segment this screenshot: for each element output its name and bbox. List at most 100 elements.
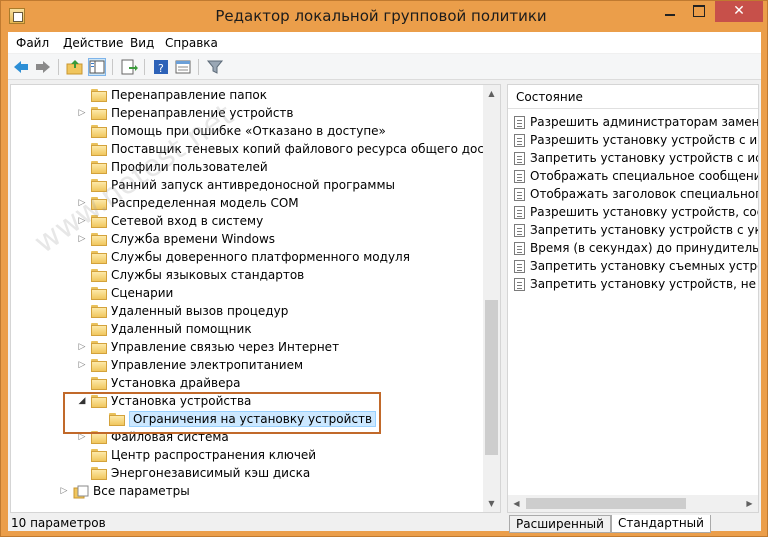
folder-icon	[91, 179, 107, 192]
menu-bar: Файл Действие Вид Справка	[8, 32, 761, 53]
setting-label: Отображать заголовок специального со	[530, 187, 758, 201]
all-settings-icon	[73, 485, 89, 499]
folder-icon	[91, 269, 107, 282]
tab-extended-label: Расширенный	[516, 517, 604, 531]
back-icon[interactable]	[12, 58, 30, 76]
expand-arrow-icon[interactable]: ▷	[59, 485, 69, 497]
close-button[interactable]: ✕	[715, 1, 763, 22]
policy-setting-icon	[514, 224, 525, 237]
tree-item-label: Служба времени Windows	[111, 232, 276, 246]
folder-icon	[91, 467, 107, 480]
setting-label: Запретить установку устройств с исполь	[530, 151, 758, 165]
tree-item[interactable]: ▷ Перенаправление устройств	[11, 105, 487, 123]
minimize-button[interactable]	[656, 1, 684, 22]
policy-setting-icon	[514, 134, 525, 147]
setting-label: Запретить установку устройств с указанн	[530, 223, 758, 237]
setting-label: Время (в секундах) до принудительной пе	[530, 241, 759, 255]
app-window: Редактор локальной групповой политики ✕ …	[0, 0, 768, 537]
setting-row[interactable]: Запретить установку устройств с исполь	[514, 150, 758, 168]
setting-row[interactable]: Отображать заголовок специального со	[514, 186, 758, 204]
properties-icon[interactable]	[174, 58, 192, 76]
setting-row[interactable]: Запретить установку устройств, не описа	[514, 276, 758, 294]
setting-row[interactable]: Время (в секундах) до принудительной пе	[514, 240, 759, 258]
setting-row[interactable]: Разрешить установку устройств, соответ	[514, 204, 758, 222]
tree-item[interactable]: Службы доверенного платформенного модуля	[11, 249, 487, 267]
state-column-header[interactable]: Состояние	[508, 85, 758, 109]
scroll-left-icon[interactable]: ◀	[508, 495, 525, 512]
tree-item[interactable]: Ранний запуск антивредоносной программы	[11, 177, 487, 195]
folder-icon	[91, 107, 107, 120]
title-bar[interactable]: Редактор локальной групповой политики ✕	[1, 1, 767, 31]
show-hide-tree-icon[interactable]	[88, 58, 106, 76]
menu-help[interactable]: Справка	[165, 36, 218, 50]
folder-icon	[91, 125, 107, 138]
setting-row[interactable]: Запретить установку устройств с указанн	[514, 222, 758, 240]
toolbar: ?	[8, 54, 761, 80]
scroll-up-icon[interactable]: ▲	[483, 85, 500, 102]
tree-item[interactable]: Перенаправление папок	[11, 87, 487, 105]
expand-arrow-icon[interactable]: ▷	[77, 359, 87, 371]
setting-row[interactable]: Запретить установку съемных устройств	[514, 258, 758, 276]
setting-row[interactable]: Разрешить администраторам заменять п	[514, 114, 758, 132]
policy-setting-icon	[514, 152, 525, 165]
settings-scroll-thumb[interactable]	[526, 498, 686, 509]
tree-item-label: Службы языковых стандартов	[111, 268, 305, 282]
maximize-button[interactable]	[685, 1, 713, 22]
policy-tree[interactable]: Перенаправление папок ▷ Перенаправление ус…	[10, 84, 501, 513]
tree-item[interactable]: Сценарии	[11, 285, 487, 303]
menu-file[interactable]: Файл	[16, 36, 49, 50]
client-area: Файл Действие Вид Справка ? Перенаправле…	[8, 32, 761, 533]
tree-item[interactable]: Поставщик теневых копий файлового ресурс…	[11, 141, 500, 159]
setting-label: Разрешить установку устройств с исполь	[530, 133, 758, 147]
scroll-right-icon[interactable]: ▶	[741, 495, 758, 512]
menu-action[interactable]: Действие	[63, 36, 123, 50]
tree-item[interactable]: Удаленный помощник	[11, 321, 487, 339]
tree-item[interactable]: ▷ Управление связью через Интернет	[11, 339, 487, 357]
tree-item[interactable]: Помощь при ошибке «Отказано в доступе»	[11, 123, 487, 141]
tree-item[interactable]: ▷ Управление электропитанием	[11, 357, 487, 375]
svg-text:?: ?	[158, 62, 164, 75]
tree-item[interactable]: Службы языковых стандартов	[11, 267, 487, 285]
toolbar-separator	[58, 59, 59, 75]
scroll-down-icon[interactable]: ▼	[483, 495, 500, 512]
toolbar-separator	[198, 59, 199, 75]
tree-item[interactable]: ▷ Все параметры	[11, 483, 487, 501]
setting-row[interactable]: Разрешить установку устройств с исполь	[514, 132, 758, 150]
expand-arrow-icon[interactable]: ▷	[77, 233, 87, 245]
expand-arrow-icon[interactable]: ▷	[77, 341, 87, 353]
tree-item[interactable]: ▷ Сетевой вход в систему	[11, 213, 487, 231]
tab-standard[interactable]: Стандартный	[611, 515, 711, 533]
toolbar-separator	[144, 59, 145, 75]
expand-arrow-icon[interactable]: ▷	[77, 107, 87, 119]
policy-setting-icon	[514, 170, 525, 183]
tree-item[interactable]: ▷ Служба времени Windows	[11, 231, 487, 249]
filter-icon[interactable]	[206, 58, 224, 76]
policy-editor-icon	[9, 8, 25, 24]
window-title: Редактор локальной групповой политики	[215, 7, 547, 25]
tab-extended[interactable]: Расширенный	[509, 515, 611, 533]
tree-scroll-thumb[interactable]	[485, 300, 498, 455]
expand-arrow-icon[interactable]: ▷	[77, 197, 87, 209]
tree-item-label: Все параметры	[93, 484, 190, 498]
tree-item[interactable]: Профили пользователей	[11, 159, 487, 177]
expand-arrow-icon[interactable]: ▷	[77, 215, 87, 227]
settings-hscrollbar[interactable]: ◀ ▶	[508, 495, 758, 512]
forward-icon[interactable]	[34, 58, 52, 76]
setting-row[interactable]: Отображать специальное сообщение, ко	[514, 168, 758, 186]
setting-label: Разрешить установку устройств, соответ	[530, 205, 758, 219]
tree-item[interactable]: ▷ Распределенная модель COM	[11, 195, 487, 213]
policy-setting-icon	[514, 188, 525, 201]
tree-item[interactable]: Центр распространения ключей	[11, 447, 487, 465]
policy-setting-icon	[514, 116, 525, 129]
tree-scrollbar[interactable]: ▲ ▼	[483, 85, 500, 512]
help-icon[interactable]: ?	[152, 58, 170, 76]
up-folder-icon[interactable]	[66, 58, 84, 76]
tree-item[interactable]: Энергонезависимый кэш диска	[11, 465, 487, 483]
state-column-label: Состояние	[516, 90, 583, 104]
folder-icon	[91, 449, 107, 462]
menu-view[interactable]: Вид	[130, 36, 154, 50]
tree-item[interactable]: Установка драйвера	[11, 375, 487, 393]
folder-icon	[91, 251, 107, 264]
tree-item[interactable]: Удаленный вызов процедур	[11, 303, 487, 321]
export-list-icon[interactable]	[120, 58, 138, 76]
